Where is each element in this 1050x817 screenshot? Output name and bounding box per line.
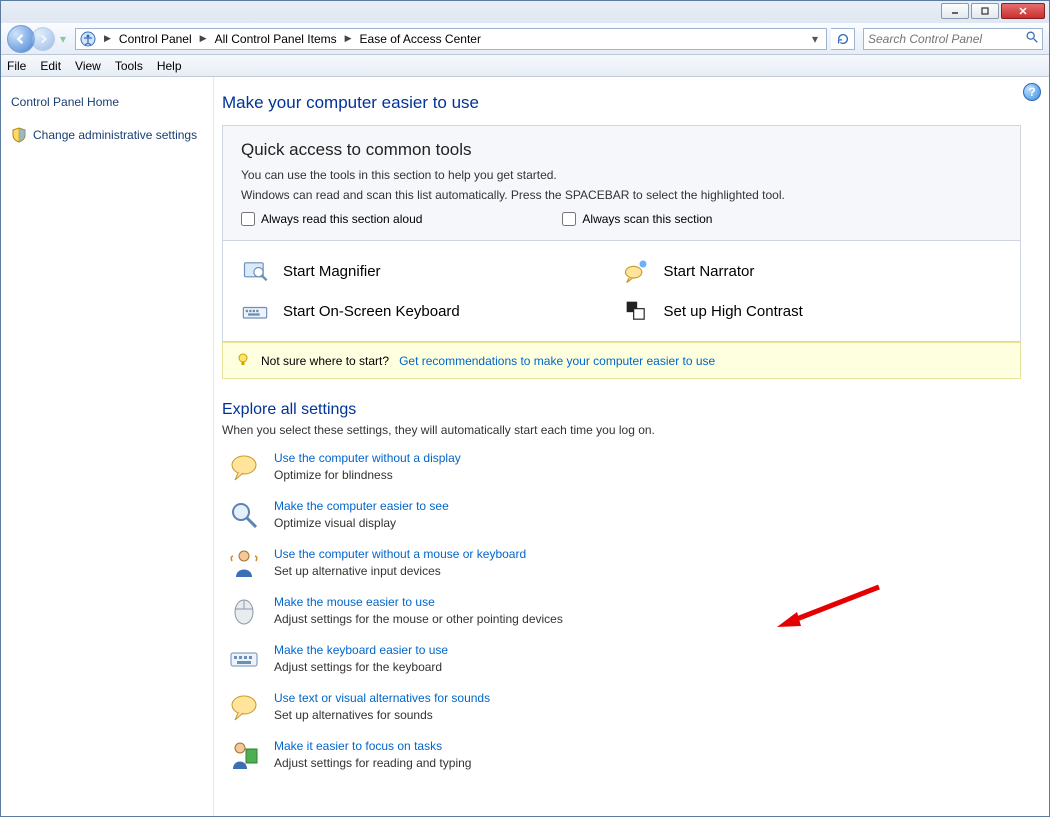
menu-tools[interactable]: Tools [115, 59, 143, 73]
setting-sound-alternatives-desc: Set up alternatives for sounds [274, 708, 490, 722]
setting-easier-to-see: Make the computer easier to see Optimize… [228, 499, 1021, 531]
check-scan-section[interactable]: Always scan this section [562, 212, 712, 226]
check-read-aloud-input[interactable] [241, 212, 255, 226]
setting-focus-tasks-link[interactable]: Make it easier to focus on tasks [274, 739, 442, 753]
setting-without-display-desc: Optimize for blindness [274, 468, 461, 482]
setting-keyboard-easier: Make the keyboard easier to use Adjust s… [228, 643, 1021, 675]
address-bar[interactable]: ▶ Control Panel ▶ All Control Panel Item… [75, 28, 827, 50]
tool-osk-label: Start On-Screen Keyboard [283, 303, 460, 320]
check-scan-section-input[interactable] [562, 212, 576, 226]
tool-contrast-label: Set up High Contrast [664, 303, 803, 320]
hint-link[interactable]: Get recommendations to make your compute… [399, 354, 715, 368]
hint-lead: Not sure where to start? [261, 354, 389, 368]
menu-help[interactable]: Help [157, 59, 182, 73]
breadcrumb-ease-of-access[interactable]: Ease of Access Center [360, 32, 481, 46]
magnifier-icon [241, 259, 269, 283]
search-icon [1025, 30, 1039, 47]
sidebar-admin-label: Change administrative settings [33, 128, 197, 142]
chevron-right-icon: ▶ [341, 33, 356, 44]
minimize-button[interactable] [941, 3, 969, 19]
search-box[interactable] [863, 28, 1043, 50]
window: ▾ ▶ Control Panel ▶ All Control Panel It… [0, 0, 1050, 817]
person-icon [228, 547, 260, 579]
setting-keyboard-easier-desc: Adjust settings for the keyboard [274, 660, 448, 674]
contrast-icon [622, 299, 650, 323]
quick-access-line1: You can use the tools in this section to… [241, 168, 1002, 182]
sidebar: Control Panel Home Change administrative… [1, 77, 213, 816]
tool-narrator[interactable]: Start Narrator [622, 259, 1003, 283]
breadcrumb-all-items[interactable]: All Control Panel Items [215, 32, 337, 46]
refresh-button[interactable] [831, 28, 855, 50]
help-button[interactable]: ? [1023, 83, 1041, 101]
setting-keyboard-easier-link[interactable]: Make the keyboard easier to use [274, 643, 448, 657]
menu-view[interactable]: View [75, 59, 101, 73]
chevron-right-icon: ▶ [196, 33, 211, 44]
setting-focus-tasks-desc: Adjust settings for reading and typing [274, 756, 471, 770]
tool-narrator-label: Start Narrator [664, 263, 755, 280]
setting-focus-tasks: Make it easier to focus on tasks Adjust … [228, 739, 1021, 771]
sidebar-home-link[interactable]: Control Panel Home [11, 95, 203, 109]
address-dropdown[interactable]: ▾ [808, 32, 822, 46]
settings-list: Use the computer without a display Optim… [228, 451, 1021, 771]
quick-access-line2: Windows can read and scan this list auto… [241, 188, 1002, 202]
setting-sound-alternatives: Use text or visual alternatives for soun… [228, 691, 1021, 723]
setting-mouse-easier-link[interactable]: Make the mouse easier to use [274, 595, 435, 609]
setting-mouse-easier-desc: Adjust settings for the mouse or other p… [274, 612, 563, 626]
quick-access-panel: Quick access to common tools You can use… [222, 125, 1021, 241]
chevron-right-icon: ▶ [100, 33, 115, 44]
setting-without-display: Use the computer without a display Optim… [228, 451, 1021, 483]
breadcrumb-control-panel[interactable]: Control Panel [119, 32, 192, 46]
maximize-button[interactable] [971, 3, 999, 19]
menubar: File Edit View Tools Help [1, 55, 1049, 77]
sidebar-admin-link[interactable]: Change administrative settings [11, 127, 203, 143]
explore-heading: Explore all settings [222, 401, 1021, 419]
tool-osk[interactable]: Start On-Screen Keyboard [241, 299, 622, 323]
titlebar [1, 1, 1049, 23]
keyboard-icon [241, 299, 269, 323]
person-reading-icon [228, 739, 260, 771]
tools-panel: Start Magnifier Start Narrator Start On-… [222, 241, 1021, 342]
menu-file[interactable]: File [7, 59, 26, 73]
speech-bubble-icon [228, 451, 260, 483]
setting-easier-to-see-link[interactable]: Make the computer easier to see [274, 499, 449, 513]
shield-icon [11, 127, 27, 143]
mouse-icon [228, 595, 260, 627]
setting-mouse-easier: Make the mouse easier to use Adjust sett… [228, 595, 1021, 627]
nav-buttons: ▾ [7, 25, 71, 53]
quick-access-heading: Quick access to common tools [241, 140, 1002, 160]
setting-without-mouse-keyboard-desc: Set up alternative input devices [274, 564, 526, 578]
setting-without-mouse-keyboard-link[interactable]: Use the computer without a mouse or keyb… [274, 547, 526, 561]
body: Control Panel Home Change administrative… [1, 77, 1049, 816]
lightbulb-icon [235, 351, 251, 370]
explore-desc: When you select these settings, they wil… [222, 423, 1021, 437]
main-content: ? Make your computer easier to use Quick… [213, 77, 1049, 816]
setting-easier-to-see-desc: Optimize visual display [274, 516, 449, 530]
history-dropdown[interactable]: ▾ [55, 25, 71, 53]
setting-without-display-link[interactable]: Use the computer without a display [274, 451, 461, 465]
tool-contrast[interactable]: Set up High Contrast [622, 299, 1003, 323]
ease-of-access-icon [80, 31, 96, 47]
close-button[interactable] [1001, 3, 1045, 19]
menu-edit[interactable]: Edit [40, 59, 61, 73]
navbar: ▾ ▶ Control Panel ▶ All Control Panel It… [1, 23, 1049, 55]
setting-sound-alternatives-link[interactable]: Use text or visual alternatives for soun… [274, 691, 490, 705]
check-read-aloud[interactable]: Always read this section aloud [241, 212, 422, 226]
tool-magnifier[interactable]: Start Magnifier [241, 259, 622, 283]
narrator-icon [622, 259, 650, 283]
speech-bubble-icon [228, 691, 260, 723]
magnifying-glass-icon [228, 499, 260, 531]
check-read-aloud-label: Always read this section aloud [261, 212, 422, 226]
search-input[interactable] [868, 32, 1025, 46]
hint-bar: Not sure where to start? Get recommendat… [222, 342, 1021, 379]
setting-without-mouse-keyboard: Use the computer without a mouse or keyb… [228, 547, 1021, 579]
keyboard-icon [228, 643, 260, 675]
check-scan-section-label: Always scan this section [582, 212, 712, 226]
tool-magnifier-label: Start Magnifier [283, 263, 381, 280]
page-title: Make your computer easier to use [222, 93, 1021, 113]
forward-button[interactable] [31, 27, 55, 51]
